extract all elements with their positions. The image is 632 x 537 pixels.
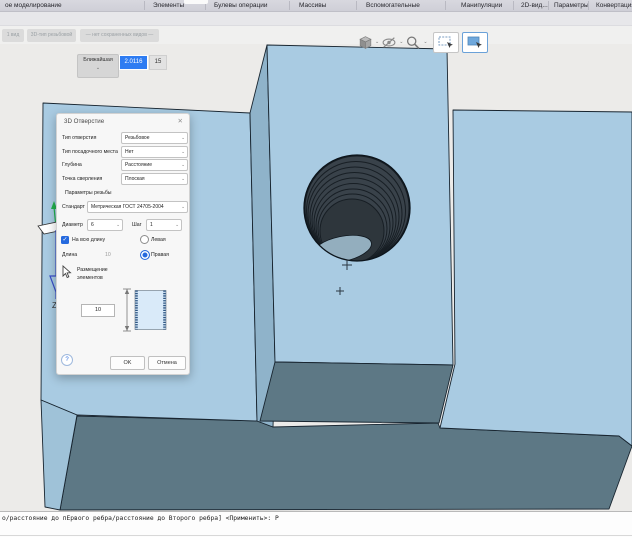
chevron-down-icon: ⌄: [78, 66, 118, 71]
seat-type-label: Тип посадочного места: [62, 149, 118, 155]
tab-solid-modeling[interactable]: ое моделирование: [3, 0, 64, 11]
depth-label: Глубина: [62, 162, 82, 168]
view-button[interactable]: 1 вид: [2, 29, 24, 42]
part-face-step-top[interactable]: [260, 362, 453, 423]
chevron-down-icon: ⌄: [181, 133, 185, 143]
saved-views-button[interactable]: — нет сохраненных видов —: [80, 29, 159, 42]
crossing-select-button[interactable]: [462, 32, 488, 53]
hole-type-label: Тип отверстия: [62, 135, 96, 141]
command-line-bar: о/расстояние до пЕрвого ребра/расстояние…: [0, 511, 632, 537]
tab-elements[interactable]: Элементы: [151, 0, 186, 11]
cad-application-window: Z ое моделирование Элементы Булевы опера…: [0, 0, 632, 537]
standard-select[interactable]: Метрическая ГОСТ 24705-2004 ⌄: [87, 201, 188, 213]
placement-cursor-icon[interactable]: [61, 265, 72, 279]
zoom-icon[interactable]: [405, 35, 421, 50]
pitch-select[interactable]: 1 ⌄: [146, 219, 182, 231]
tab-auxiliary[interactable]: Вспомогательные: [364, 0, 422, 11]
chevron-down-icon: ⌄: [181, 160, 185, 170]
hole-type-select[interactable]: Резьбовое ⌄: [121, 132, 188, 144]
thread-right-label: Правая: [151, 252, 169, 258]
drill-point-label: Точка сверления: [62, 176, 102, 182]
dynamic-distance-input[interactable]: 2.0116: [119, 55, 148, 70]
chevron-down-icon[interactable]: ⌄: [399, 39, 403, 45]
help-button[interactable]: ?: [61, 354, 73, 366]
close-icon[interactable]: ✕: [178, 117, 183, 125]
seat-type-select[interactable]: Нет ⌄: [121, 146, 188, 158]
thread-left-label: Левая: [151, 237, 166, 243]
tab-2d-view[interactable]: 2D-вид...: [519, 0, 550, 11]
ribbon-panel-strip: [0, 12, 632, 26]
diameter-label: Диаметр: [62, 222, 83, 228]
diameter-select[interactable]: 6 ⌄: [87, 219, 123, 231]
placement-offset-input[interactable]: 10: [81, 304, 115, 317]
thread-right-radio[interactable]: [140, 250, 150, 260]
chevron-down-icon: ⌄: [181, 174, 185, 184]
model-tab-button[interactable]: 3D-тип резьбовой: [27, 29, 76, 42]
depth-value-text: Расстояние: [125, 162, 152, 168]
tab-manipulations[interactable]: Манипуляции: [459, 0, 504, 11]
drill-point-value: Плоская: [125, 176, 145, 182]
tab-parameters[interactable]: Параметры: [552, 0, 591, 11]
hide-objects-icon[interactable]: [381, 35, 397, 50]
pitch-value: 1: [150, 222, 153, 228]
hole-type-value: Резьбовое: [125, 135, 150, 141]
chevron-down-icon: ⌄: [116, 220, 120, 230]
tab-conversion[interactable]: Конвертация: [594, 0, 632, 11]
ribbon-collapse-handle[interactable]: [184, 0, 208, 4]
chevron-down-icon: ⌄: [181, 147, 185, 157]
3d-hole-dialog: 3D Отверстие ✕ Тип отверстия Резьбовое ⌄…: [56, 113, 190, 375]
window-select-button[interactable]: [433, 32, 459, 53]
dynamic-angle-input[interactable]: 15: [149, 55, 167, 70]
thread-left-radio[interactable]: [140, 235, 149, 244]
view-cube-icon[interactable]: [358, 35, 373, 50]
thread-section-label: Параметры резьбы: [65, 190, 112, 196]
view-toolbar: ⌄ ⌄ ⌄: [358, 32, 488, 52]
chevron-down-icon: ⌄: [175, 220, 179, 230]
full-length-label: На всю длину: [72, 237, 105, 243]
tab-arrays[interactable]: Массивы: [297, 0, 328, 11]
diameter-value: 6: [91, 222, 94, 228]
crossing-select-icon: [467, 36, 483, 49]
depth-select[interactable]: Расстояние ⌄: [121, 159, 188, 171]
ok-button[interactable]: OK: [110, 356, 145, 370]
command-prompt-text[interactable]: о/расстояние до пЕрвого ребра/расстояние…: [2, 515, 279, 522]
pitch-label: Шаг: [132, 222, 142, 228]
drill-point-select[interactable]: Плоская ⌄: [121, 173, 188, 185]
dialog-title: 3D Отверстие: [64, 118, 104, 125]
window-select-icon: [438, 36, 454, 49]
hole-section-preview: [119, 284, 177, 338]
cancel-button[interactable]: Отмена: [148, 356, 186, 370]
length-label: Длина: [62, 252, 77, 258]
ribbon-tab-bar: ое моделирование Элементы Булевы операци…: [0, 0, 632, 12]
chevron-down-icon: ⌄: [181, 202, 185, 212]
seat-type-value: Нет: [125, 149, 134, 155]
full-length-checkbox[interactable]: ✓: [61, 236, 69, 244]
chevron-down-icon[interactable]: ⌄: [423, 39, 427, 45]
tab-boolean-operations[interactable]: Булевы операции: [212, 0, 270, 11]
length-value: 10: [105, 252, 111, 258]
placement-label-line1[interactable]: Размещение: [77, 267, 108, 273]
snap-mode-dropdown[interactable]: Ближайшая ⌄: [77, 54, 119, 78]
standard-label: Стандарт: [62, 204, 85, 210]
chevron-down-icon[interactable]: ⌄: [375, 39, 379, 45]
part-face-right-block[interactable]: [440, 110, 632, 446]
standard-value: Метрическая ГОСТ 24705-2004: [91, 204, 164, 210]
placement-label-line2[interactable]: элементов: [77, 275, 103, 281]
